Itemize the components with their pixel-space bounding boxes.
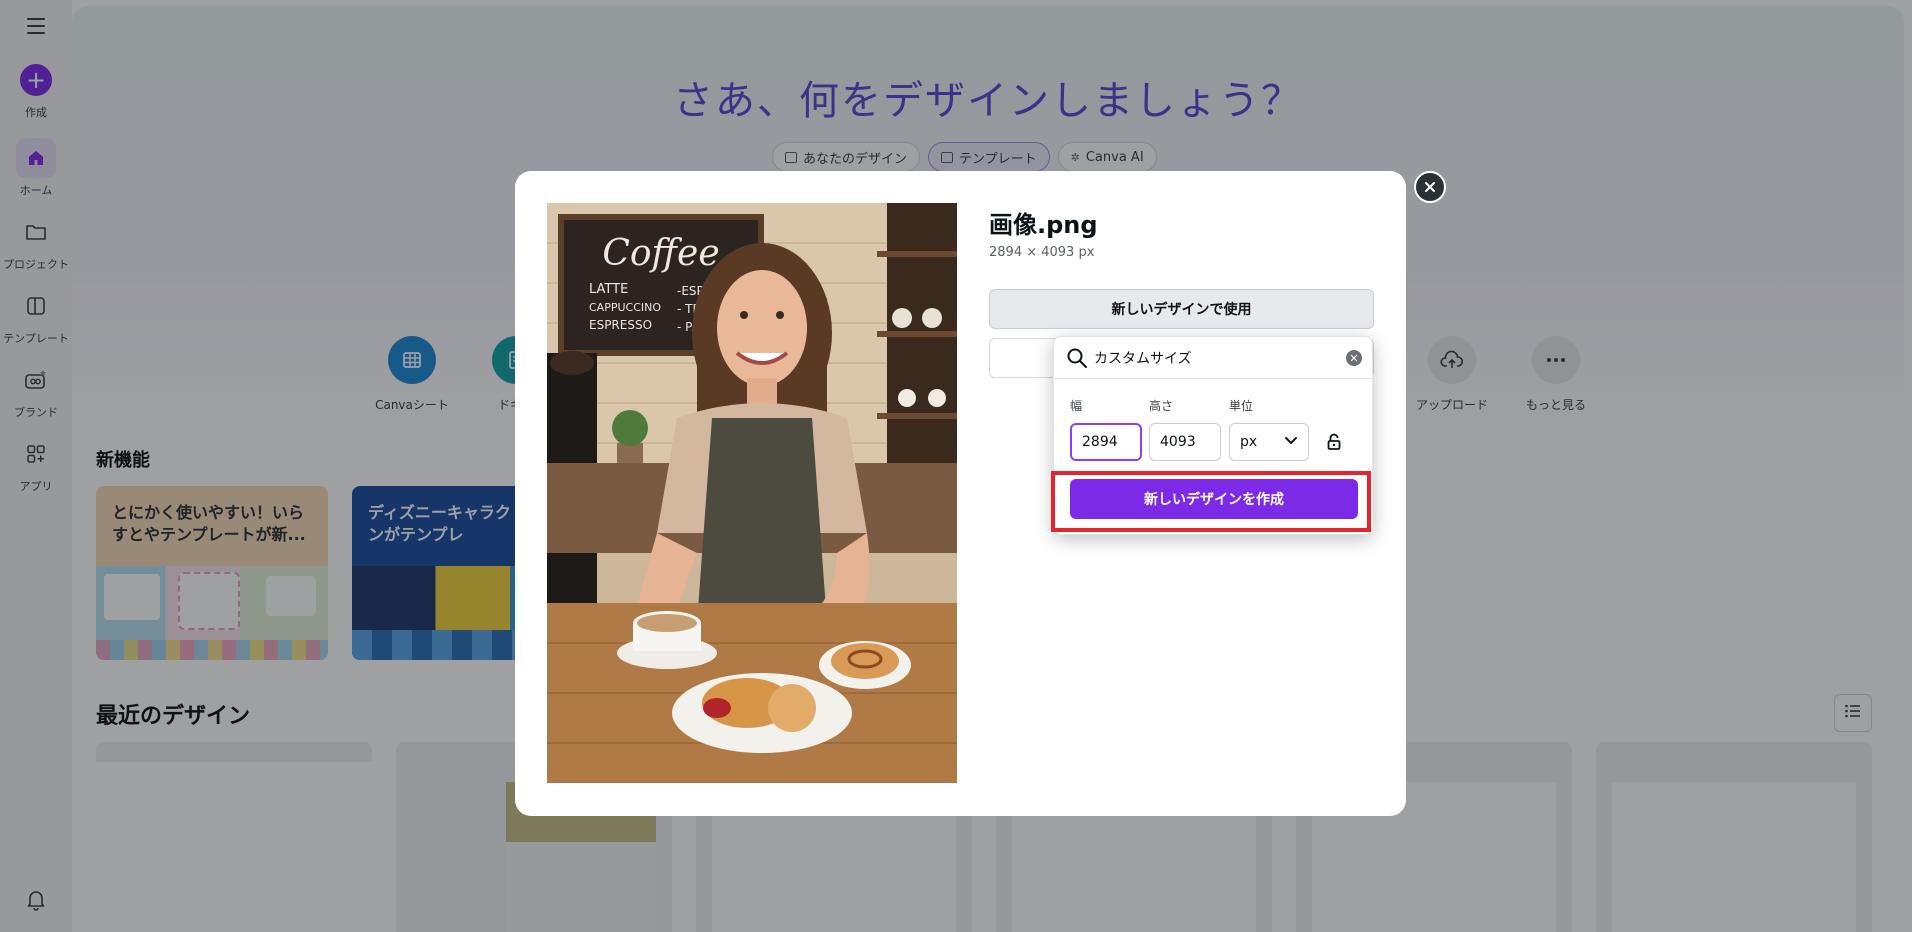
create-new-design-button[interactable]: 新しいデザインを作成 — [1070, 479, 1358, 519]
uploaded-image-preview: Coffee LATTE CAPPUCCINO ESPRESSO -ESPRES… — [547, 203, 957, 783]
width-field[interactable] — [1070, 423, 1142, 461]
close-icon — [1424, 178, 1436, 197]
clear-search-icon[interactable]: ✕ — [1346, 350, 1362, 366]
unit-label: 単位 — [1229, 399, 1254, 413]
height-field[interactable] — [1149, 423, 1221, 461]
height-label: 高さ — [1149, 399, 1174, 413]
use-in-new-design-button[interactable]: 新しいデザインで使用 — [989, 289, 1374, 329]
close-modal-button[interactable] — [1414, 171, 1446, 203]
chevron-down-icon — [1284, 434, 1298, 450]
lock-aspect-ratio-icon[interactable] — [1326, 432, 1342, 456]
custom-size-search: ✕ — [1054, 337, 1372, 379]
svg-text:ESPRESSO: ESPRESSO — [589, 318, 652, 332]
svg-text:Coffee: Coffee — [602, 233, 719, 274]
unit-select-value: px — [1240, 434, 1258, 450]
search-icon — [1066, 347, 1088, 373]
search-input[interactable] — [1094, 345, 1334, 371]
width-label: 幅 — [1070, 399, 1083, 413]
unit-select[interactable]: px — [1229, 423, 1309, 461]
file-dimensions: 2894 × 4093 px — [989, 245, 1095, 260]
custom-size-dropdown: ✕ 幅 高さ 単位 px 新しいデザインを作成 — [1053, 336, 1373, 535]
file-name: 画像.png — [989, 211, 1098, 239]
svg-text:LATTE: LATTE — [589, 282, 628, 297]
svg-text:CAPPUCCINO: CAPPUCCINO — [589, 301, 661, 314]
